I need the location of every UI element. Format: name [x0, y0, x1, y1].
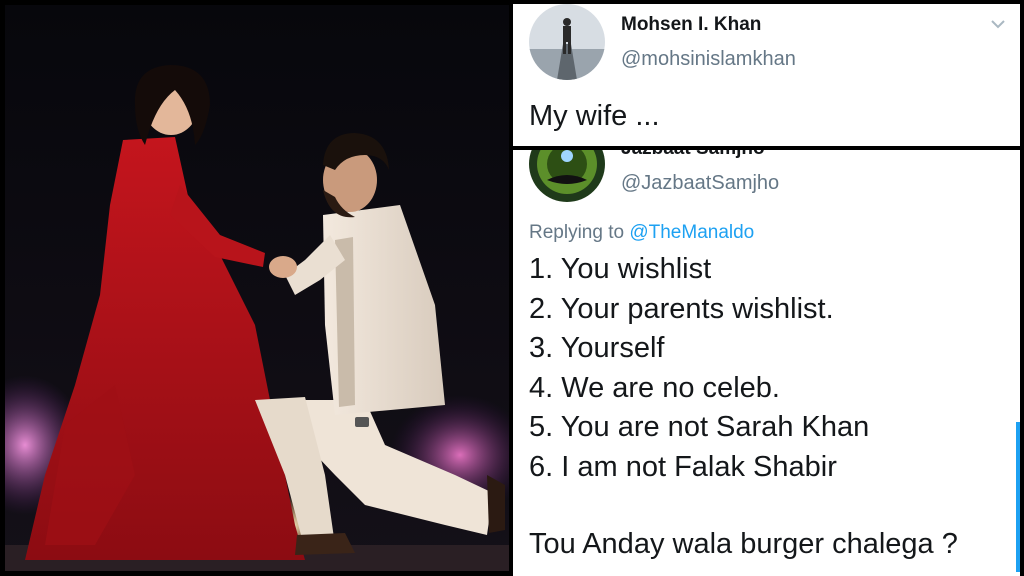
tweet-text: My wife ...	[529, 100, 660, 132]
list-item: 4. We are no celeb.	[529, 371, 780, 404]
list-item: 2. Your parents wishlist.	[529, 292, 834, 325]
mention-link[interactable]: @TheManaldo	[629, 222, 754, 243]
display-name[interactable]: Jazbaat Samjho	[621, 150, 765, 160]
list-item: 1. You wishlist	[529, 253, 712, 285]
avatar[interactable]	[529, 4, 605, 80]
user-handle[interactable]: @JazbaatSamjho	[621, 172, 779, 195]
chevron-down-icon[interactable]	[990, 16, 1006, 32]
proposal-photo	[5, 5, 509, 571]
tweet-list: 1. You wishlist 2. Your parents wishlist…	[529, 250, 869, 487]
avatar[interactable]	[529, 150, 605, 202]
list-item: 3. Yourself	[529, 332, 665, 364]
tweet-card-1[interactable]: Mohsen I. Khan @mohsinislamkhan My wife …	[513, 4, 1020, 146]
replying-to-line: Replying to @TheManaldo	[529, 222, 754, 244]
scrollbar[interactable]	[1016, 422, 1020, 572]
user-handle[interactable]: @mohsinislamkhan	[621, 48, 796, 71]
tweet-closing-line: Tou Anday wala burger chalega ?	[529, 528, 958, 560]
replying-prefix: Replying to	[529, 222, 625, 243]
list-item: 5. You are not Sarah Khan	[529, 411, 870, 443]
tweet-card-2[interactable]: Jazbaat Samjho @JazbaatSamjho Replying t…	[513, 150, 1020, 576]
list-item: 6. I am not Falak Shabir	[529, 450, 837, 483]
display-name[interactable]: Mohsen I. Khan	[621, 14, 761, 36]
